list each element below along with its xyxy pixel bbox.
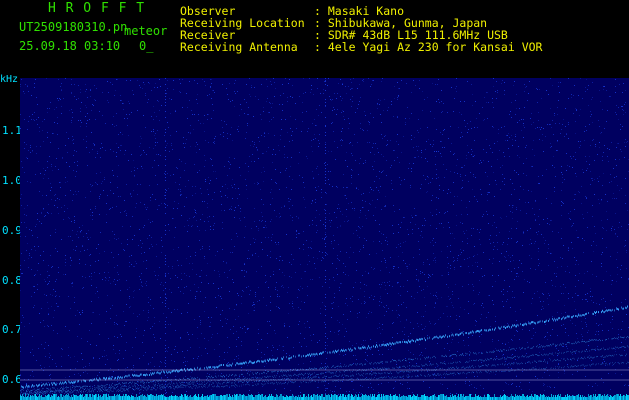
filename: UT2509180310.pn bbox=[19, 20, 128, 34]
counter: 0_ bbox=[139, 39, 154, 53]
software-title: H R O F F T bbox=[48, 1, 146, 16]
freq-tick: 0.9 bbox=[2, 224, 22, 237]
freq-tick: 0.7 bbox=[2, 323, 22, 336]
freq-tick: 1.0 bbox=[2, 174, 22, 187]
datetime: 25.09.18 03:10 bbox=[19, 39, 121, 53]
header: H R O F F T UT2509180310.pn meteor 25.09… bbox=[0, 0, 629, 92]
freq-tick: 0.8 bbox=[2, 274, 22, 287]
spectrogram-plot bbox=[20, 78, 629, 400]
freq-tick: 1.1 bbox=[2, 124, 22, 137]
value-antenna: : 4ele Yagi Az 230 for Kansai VOR bbox=[314, 40, 543, 54]
spectrogram bbox=[20, 78, 629, 400]
freq-unit-label: kHz bbox=[0, 74, 19, 85]
freq-tick: 0.6 bbox=[2, 373, 22, 386]
mode-label: meteor bbox=[124, 24, 168, 38]
label-antenna: Receiving Antenna bbox=[180, 40, 298, 54]
